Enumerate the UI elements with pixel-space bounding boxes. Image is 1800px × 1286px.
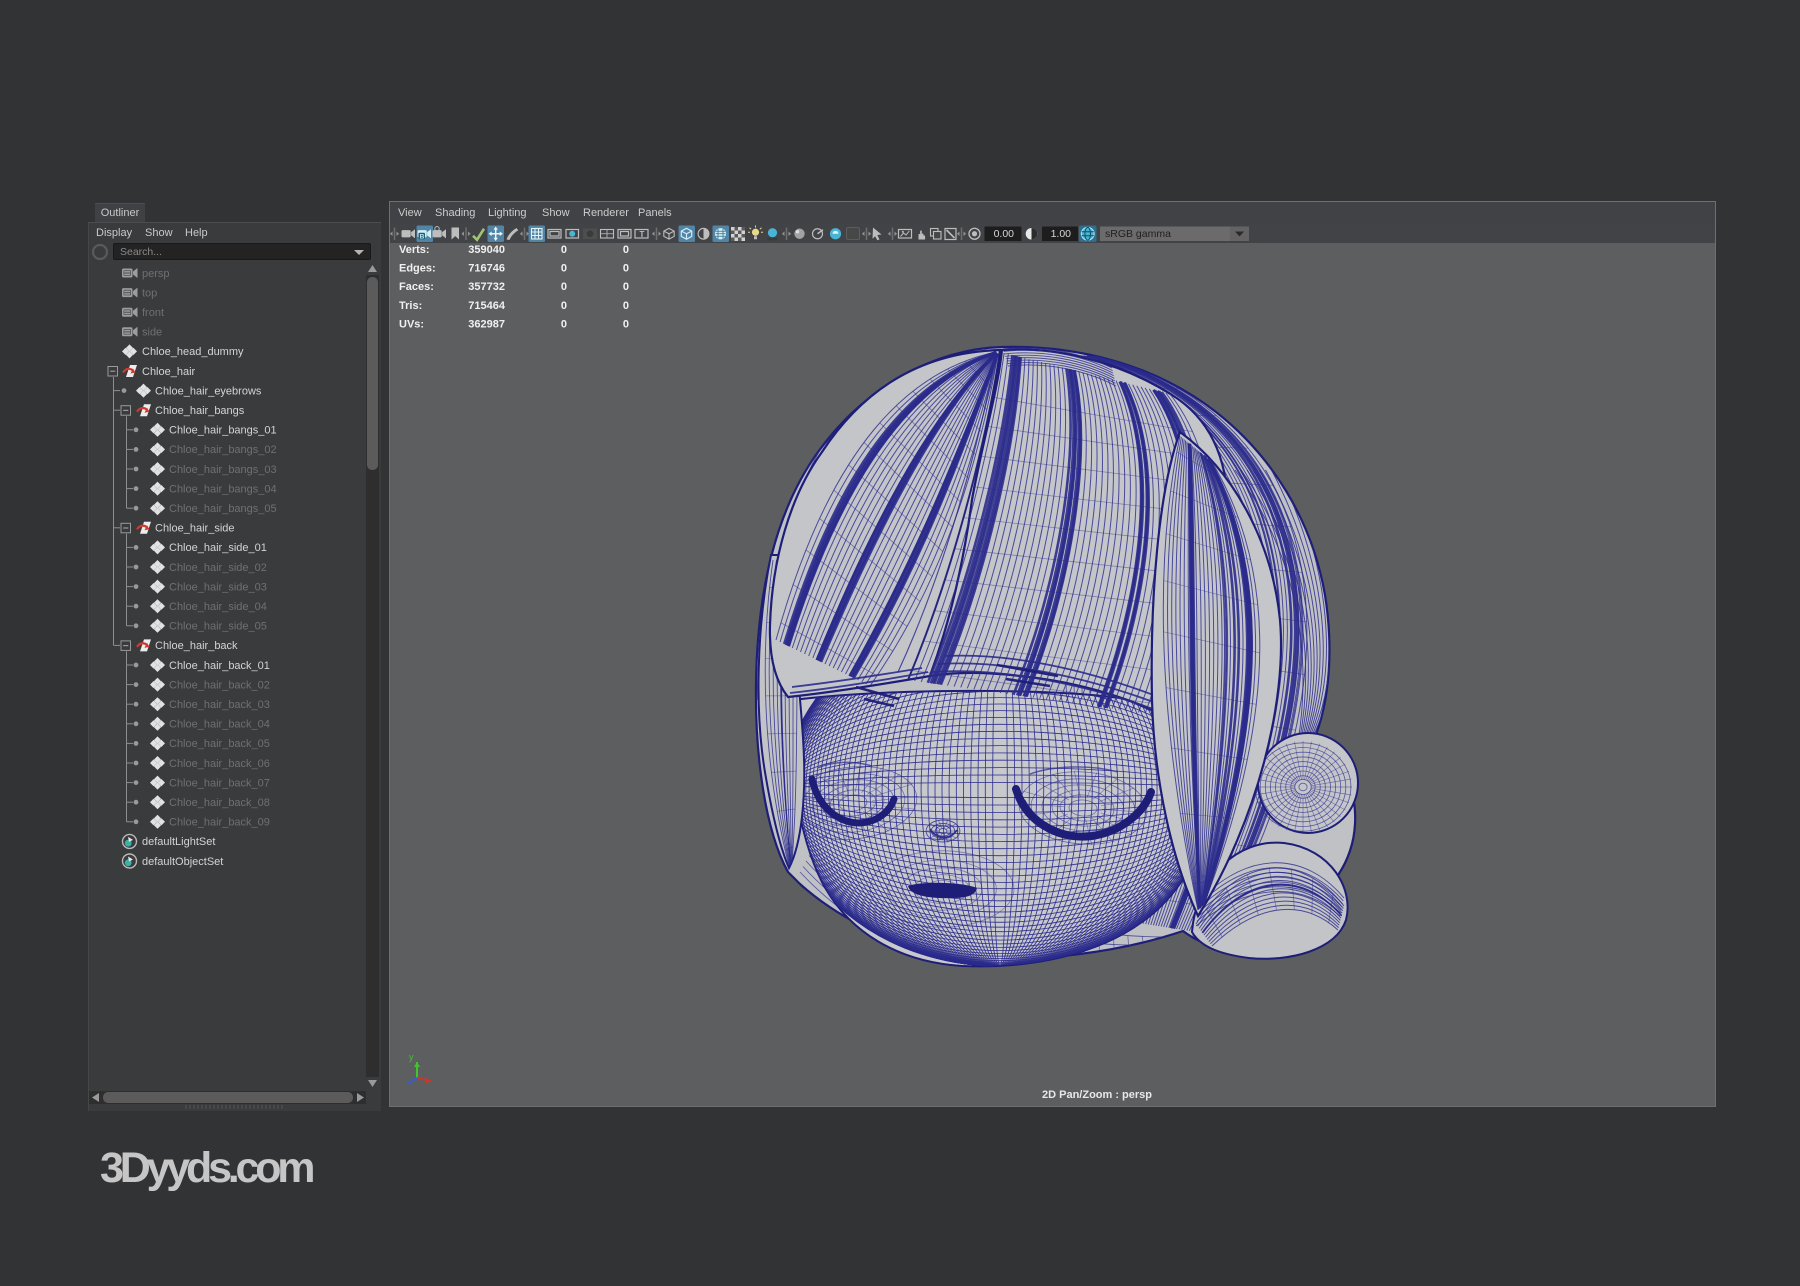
svg-text:Chloe_hair_back_04: Chloe_hair_back_04 <box>169 719 270 731</box>
svg-text:Chloe_hair: Chloe_hair <box>142 366 196 378</box>
svg-text:Chloe_hair_bangs: Chloe_hair_bangs <box>155 405 245 417</box>
svg-text:0: 0 <box>561 318 567 330</box>
svg-text:716746: 716746 <box>468 263 505 275</box>
svg-text:Chloe_hair_back_05: Chloe_hair_back_05 <box>169 738 270 750</box>
svg-text:0.00: 0.00 <box>994 228 1015 240</box>
svg-text:defaultLightSet: defaultLightSet <box>142 836 215 848</box>
svg-text:0: 0 <box>561 281 567 293</box>
svg-text:T: T <box>640 230 645 239</box>
svg-text:0: 0 <box>561 300 567 312</box>
svg-text:Chloe_hair_back_06: Chloe_hair_back_06 <box>169 758 270 770</box>
svg-text:Chloe_head_dummy: Chloe_head_dummy <box>142 346 244 358</box>
svg-text:sRGB gamma: sRGB gamma <box>1105 228 1171 240</box>
svg-text:Chloe_hair_side_04: Chloe_hair_side_04 <box>169 601 267 613</box>
svg-text:front: front <box>142 307 164 319</box>
svg-text:Chloe_hair_side_03: Chloe_hair_side_03 <box>169 581 267 593</box>
svg-text:Verts:: Verts: <box>399 244 430 256</box>
svg-text:1.00: 1.00 <box>1051 228 1072 240</box>
svg-text:Chloe_hair_back_02: Chloe_hair_back_02 <box>169 679 270 691</box>
svg-text:Chloe_hair_side: Chloe_hair_side <box>155 523 235 535</box>
svg-text:Chloe_hair_eyebrows: Chloe_hair_eyebrows <box>155 385 262 397</box>
svg-text:Chloe_hair_bangs_01: Chloe_hair_bangs_01 <box>169 425 277 437</box>
svg-text:Chloe_hair_bangs_03: Chloe_hair_bangs_03 <box>169 464 277 476</box>
svg-text:Chloe_hair_side_01: Chloe_hair_side_01 <box>169 542 267 554</box>
svg-text:Chloe_hair_back_03: Chloe_hair_back_03 <box>169 699 270 711</box>
svg-text:Faces:: Faces: <box>399 281 434 293</box>
svg-text:Chloe_hair_bangs_04: Chloe_hair_bangs_04 <box>169 483 277 495</box>
svg-text:362987: 362987 <box>468 318 505 330</box>
svg-text:715464: 715464 <box>468 300 506 312</box>
svg-text:persp: persp <box>142 268 170 280</box>
svg-text:defaultObjectSet: defaultObjectSet <box>142 856 223 868</box>
svg-text:Chloe_hair_bangs_05: Chloe_hair_bangs_05 <box>169 503 277 515</box>
svg-text:y: y <box>409 1052 414 1062</box>
svg-text:Chloe_hair_back_07: Chloe_hair_back_07 <box>169 777 270 789</box>
svg-text:Chloe_hair_back_09: Chloe_hair_back_09 <box>169 817 270 829</box>
svg-text:Chloe_hair_side_05: Chloe_hair_side_05 <box>169 621 267 633</box>
svg-text:Chloe_hair_back: Chloe_hair_back <box>155 640 238 652</box>
svg-text:359040: 359040 <box>468 244 505 256</box>
svg-text:Chloe_hair_bangs_02: Chloe_hair_bangs_02 <box>169 444 277 456</box>
svg-text:357732: 357732 <box>468 281 505 293</box>
svg-text:Chloe_hair_back_01: Chloe_hair_back_01 <box>169 660 270 672</box>
svg-text:Chloe_hair_side_02: Chloe_hair_side_02 <box>169 562 267 574</box>
svg-text:UVs:: UVs: <box>399 318 424 330</box>
svg-text:Chloe_hair_back_08: Chloe_hair_back_08 <box>169 797 270 809</box>
svg-text:0: 0 <box>623 300 629 312</box>
svg-text:Edges:: Edges: <box>399 263 436 275</box>
svg-text:side: side <box>142 327 162 339</box>
svg-text:0: 0 <box>623 281 629 293</box>
svg-text:B: B <box>420 233 425 240</box>
svg-text:0: 0 <box>623 244 629 256</box>
svg-text:0: 0 <box>623 318 629 330</box>
svg-text:0: 0 <box>623 263 629 275</box>
svg-text:0: 0 <box>561 244 567 256</box>
svg-text:top: top <box>142 287 157 299</box>
svg-text:Tris:: Tris: <box>399 300 422 312</box>
svg-text:0: 0 <box>561 263 567 275</box>
